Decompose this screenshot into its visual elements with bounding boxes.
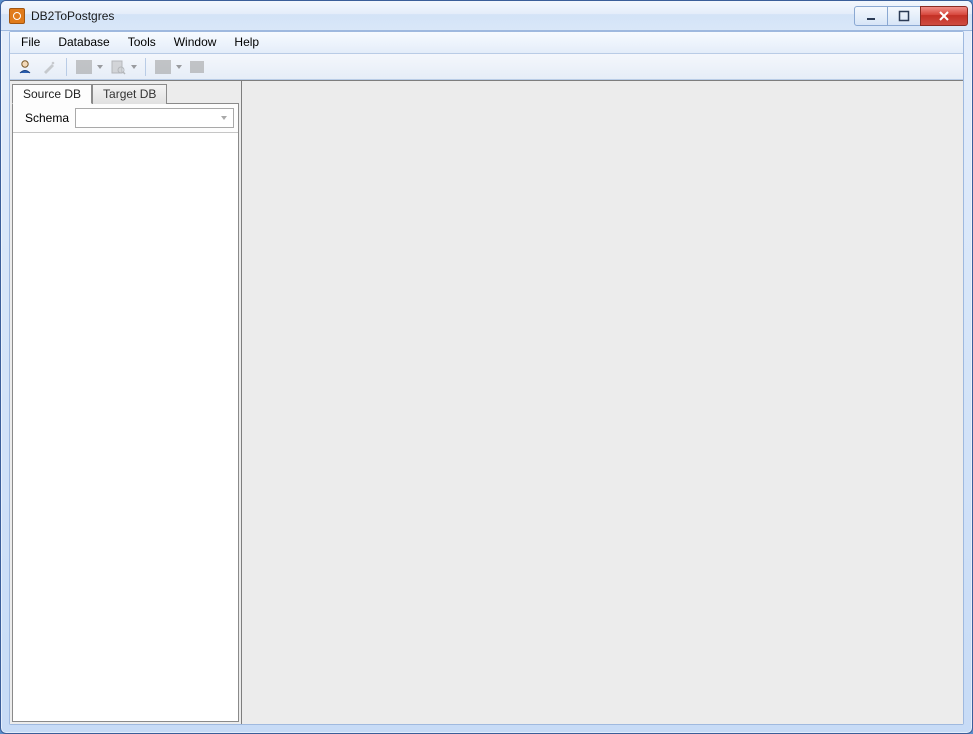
schema-row: Schema xyxy=(13,104,238,132)
stop-button[interactable] xyxy=(186,56,208,78)
menu-help[interactable]: Help xyxy=(225,32,268,53)
schema-select[interactable] xyxy=(75,108,234,128)
minimize-icon xyxy=(865,10,877,22)
chevron-down-icon xyxy=(96,63,104,71)
query-button[interactable] xyxy=(107,56,129,78)
toolbar-separator-2 xyxy=(145,58,146,76)
run-dropdown[interactable] xyxy=(174,56,184,78)
app-icon xyxy=(9,8,25,24)
wizard-button[interactable] xyxy=(38,56,60,78)
wizard-icon xyxy=(41,59,57,75)
open-dropdown[interactable] xyxy=(95,56,105,78)
open-button[interactable] xyxy=(73,56,95,78)
menu-database[interactable]: Database xyxy=(49,32,118,53)
schema-label: Schema xyxy=(17,111,69,125)
close-icon xyxy=(937,10,951,22)
menubar: File Database Tools Window Help xyxy=(10,32,963,54)
minimize-button[interactable] xyxy=(854,6,888,26)
toolbar-separator-1 xyxy=(66,58,67,76)
db-tabstrip: Source DB Target DB xyxy=(10,81,241,103)
main-split: Source DB Target DB Schema xyxy=(10,80,963,724)
open-icon xyxy=(76,60,92,74)
window-title: DB2ToPostgres xyxy=(31,9,114,23)
stop-icon xyxy=(190,61,204,73)
connect-button[interactable] xyxy=(14,56,36,78)
chevron-down-icon xyxy=(175,63,183,71)
content-area xyxy=(242,81,963,724)
menu-window[interactable]: Window xyxy=(165,32,226,53)
titlebar[interactable]: DB2ToPostgres xyxy=(1,1,972,31)
chevron-down-icon xyxy=(219,113,229,123)
query-icon xyxy=(110,59,126,75)
maximize-button[interactable] xyxy=(887,6,921,26)
source-db-panel: Schema xyxy=(12,103,239,722)
toolbar xyxy=(10,54,963,80)
menu-file[interactable]: File xyxy=(12,32,49,53)
run-icon xyxy=(155,60,171,74)
close-button[interactable] xyxy=(920,6,968,26)
window-frame: DB2ToPostgres File Database Tools Window… xyxy=(0,0,973,734)
client-area: File Database Tools Window Help xyxy=(9,31,964,725)
tab-source-db[interactable]: Source DB xyxy=(12,84,92,104)
run-button[interactable] xyxy=(152,56,174,78)
schema-tree[interactable] xyxy=(13,132,238,721)
window-controls xyxy=(855,6,968,26)
left-panel: Source DB Target DB Schema xyxy=(10,81,242,724)
connect-icon xyxy=(17,59,33,75)
query-dropdown[interactable] xyxy=(129,56,139,78)
menu-tools[interactable]: Tools xyxy=(119,32,165,53)
chevron-down-icon xyxy=(130,63,138,71)
maximize-icon xyxy=(898,10,910,22)
tab-target-db[interactable]: Target DB xyxy=(92,84,167,104)
